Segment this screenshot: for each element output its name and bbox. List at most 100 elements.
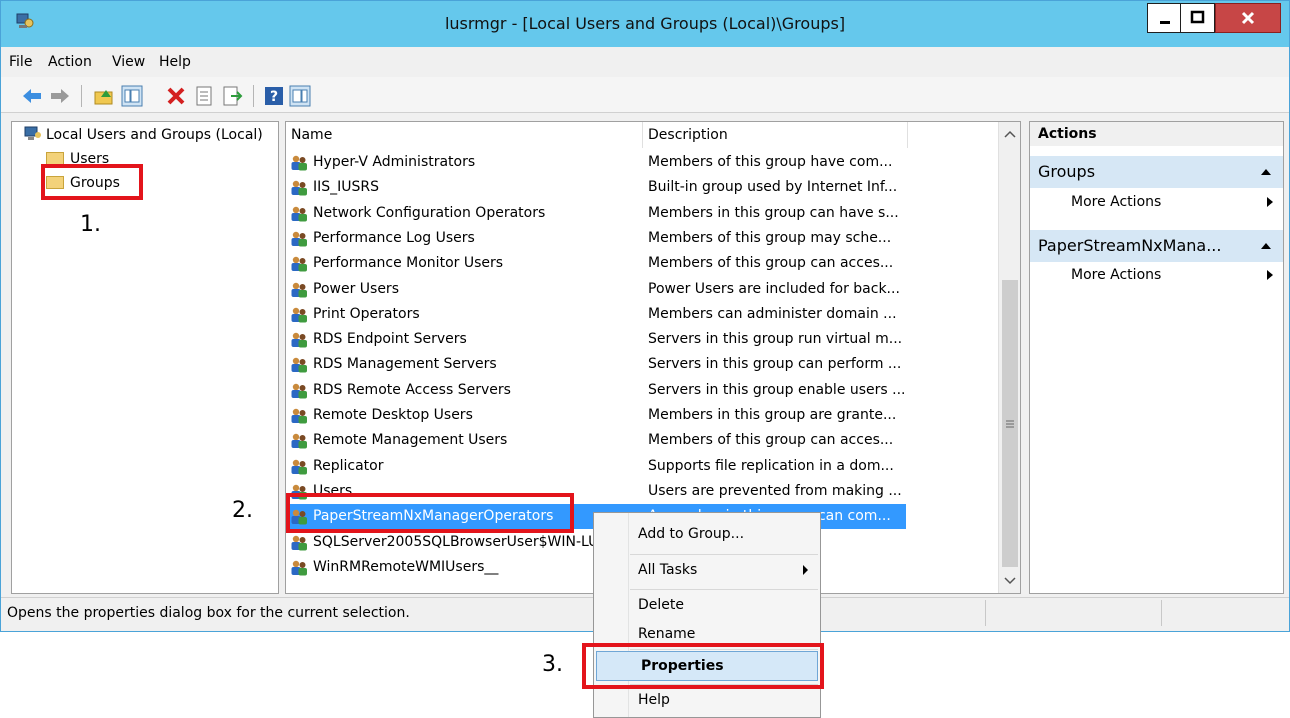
group-name: Performance Log Users xyxy=(313,229,475,246)
group-description: Users are prevented from making ... xyxy=(648,482,902,499)
menu-view[interactable]: View xyxy=(112,54,145,70)
minimize-button[interactable] xyxy=(1147,3,1181,33)
more-actions-item[interactable]: More Actions xyxy=(1030,264,1283,286)
group-name: Network Configuration Operators xyxy=(313,204,546,221)
collapse-icon[interactable] xyxy=(1261,243,1271,249)
group-name: Remote Management Users xyxy=(313,432,508,449)
table-row[interactable]: Network Configuration Operators Members i… xyxy=(286,201,906,226)
table-row[interactable]: Remote Desktop Users Members in this grou… xyxy=(286,403,906,428)
toolbar-separator xyxy=(81,85,82,107)
maximize-button[interactable] xyxy=(1181,3,1215,33)
table-row[interactable]: IIS_IUSRS Built-in group used by Internet… xyxy=(286,175,906,200)
group-name: RDS Remote Access Servers xyxy=(313,381,511,398)
menu-file[interactable]: File xyxy=(9,54,32,70)
group-icon xyxy=(291,181,307,196)
actions-header: Actions xyxy=(1030,122,1283,146)
table-row[interactable]: Hyper-V Administrators Members of this gr… xyxy=(286,150,906,175)
step-3-label: 3. xyxy=(542,652,563,677)
column-header-description[interactable]: Description xyxy=(643,122,908,148)
export-list-icon[interactable] xyxy=(221,85,243,107)
close-icon xyxy=(1241,11,1255,25)
highlight-groups xyxy=(41,164,143,200)
group-icon xyxy=(291,332,307,348)
action-group-groups[interactable]: Groups xyxy=(1030,156,1283,188)
group-name: Power Users xyxy=(313,280,399,297)
group-icon xyxy=(291,282,307,297)
table-row[interactable]: Performance Log Users Members of this gro… xyxy=(286,226,906,251)
forward-arrow-icon[interactable] xyxy=(49,85,71,107)
table-row[interactable]: RDS Management Servers Servers in this gr… xyxy=(286,352,906,377)
menu-item-all-tasks[interactable]: All Tasks xyxy=(594,555,820,585)
help-icon[interactable]: ? xyxy=(263,85,285,107)
group-description: Members of this group can acces... xyxy=(648,255,894,272)
group-name: Remote Desktop Users xyxy=(313,407,473,423)
menu-item-help[interactable]: Help xyxy=(594,685,820,715)
group-description: Servers in this group enable users ... xyxy=(648,381,906,398)
action-group-title: PaperStreamNxMana... xyxy=(1038,236,1222,255)
menu-item-delete[interactable]: Delete xyxy=(594,590,820,620)
table-row[interactable]: Print Operators Members can administer do… xyxy=(286,302,906,327)
step-1-label: 1. xyxy=(80,212,101,237)
group-description: Power Users are included for back... xyxy=(648,280,900,297)
group-icon xyxy=(291,408,307,424)
back-arrow-icon[interactable] xyxy=(21,85,43,107)
collapse-icon[interactable] xyxy=(1261,169,1271,175)
menu-item-add-to-group[interactable]: Add to Group... xyxy=(594,519,820,549)
table-row[interactable]: Performance Monitor Users Members of this… xyxy=(286,251,906,276)
status-divider xyxy=(985,600,986,626)
show-hide-action-pane-icon[interactable] xyxy=(289,85,311,107)
highlight-paperstream-group xyxy=(286,493,574,533)
more-actions-item[interactable]: More Actions xyxy=(1030,191,1283,213)
delete-icon[interactable] xyxy=(165,85,187,107)
highlight-properties xyxy=(582,643,824,689)
action-group-selected[interactable]: PaperStreamNxMana... xyxy=(1030,230,1283,262)
table-row[interactable]: RDS Remote Access Servers Servers in this… xyxy=(286,378,906,403)
group-name: Print Operators xyxy=(313,305,420,322)
vertical-scrollbar[interactable] xyxy=(998,122,1020,593)
table-row[interactable]: Power Users Power Users are included for … xyxy=(286,277,906,302)
group-icon xyxy=(291,231,307,247)
group-icon xyxy=(291,459,307,475)
status-text: Opens the properties dialog box for the … xyxy=(7,605,410,621)
group-name: Replicator xyxy=(313,457,384,474)
group-icon xyxy=(291,307,307,323)
group-description: Members of this group may sche... xyxy=(648,229,892,246)
scroll-down-icon[interactable] xyxy=(1000,570,1020,590)
table-row[interactable]: Replicator Supports file replication in a… xyxy=(286,454,906,479)
group-icon xyxy=(291,560,307,576)
table-row[interactable]: RDS Endpoint Servers Servers in this grou… xyxy=(286,327,906,352)
properties-icon[interactable] xyxy=(193,85,215,107)
group-name: Hyper-V Administrators xyxy=(313,154,476,170)
group-icon xyxy=(291,383,307,399)
action-group-title: Groups xyxy=(1038,162,1096,181)
tree-root-item[interactable]: Local Users and Groups (Local) xyxy=(24,124,263,146)
minimize-icon xyxy=(1160,21,1170,24)
group-description: Built-in group used by Internet Inf... xyxy=(648,179,898,196)
step-2-label: 2. xyxy=(232,498,253,523)
column-header-name[interactable]: Name xyxy=(286,122,643,148)
group-name: RDS Management Servers xyxy=(313,356,497,373)
svg-text:?: ? xyxy=(270,89,278,105)
toolbar-separator xyxy=(253,85,254,107)
group-description: Members of this group have com... xyxy=(648,154,893,170)
menu-help[interactable]: Help xyxy=(159,54,191,70)
group-icon xyxy=(291,358,307,373)
group-name: RDS Endpoint Servers xyxy=(313,331,467,348)
submenu-arrow-icon xyxy=(1267,270,1273,280)
close-button[interactable] xyxy=(1215,3,1281,33)
group-name: IIS_IUSRS xyxy=(313,179,380,196)
status-divider xyxy=(1161,600,1162,626)
group-description: Members of this group can acces... xyxy=(648,432,894,449)
group-description: Members in this group can have s... xyxy=(648,204,899,221)
table-row[interactable]: Remote Management Users Members of this g… xyxy=(286,428,906,453)
menu-action[interactable]: Action xyxy=(48,54,92,70)
show-hide-tree-icon[interactable] xyxy=(121,85,143,107)
group-icon xyxy=(291,256,307,272)
up-folder-icon[interactable] xyxy=(93,85,115,107)
submenu-arrow-icon xyxy=(803,565,808,575)
submenu-arrow-icon xyxy=(1267,197,1273,207)
toolbar: ? xyxy=(1,77,1289,113)
title-bar[interactable]: lusrmgr - [Local Users and Groups (Local… xyxy=(1,1,1289,47)
scroll-up-icon[interactable] xyxy=(1000,124,1020,144)
group-icon xyxy=(291,155,307,171)
